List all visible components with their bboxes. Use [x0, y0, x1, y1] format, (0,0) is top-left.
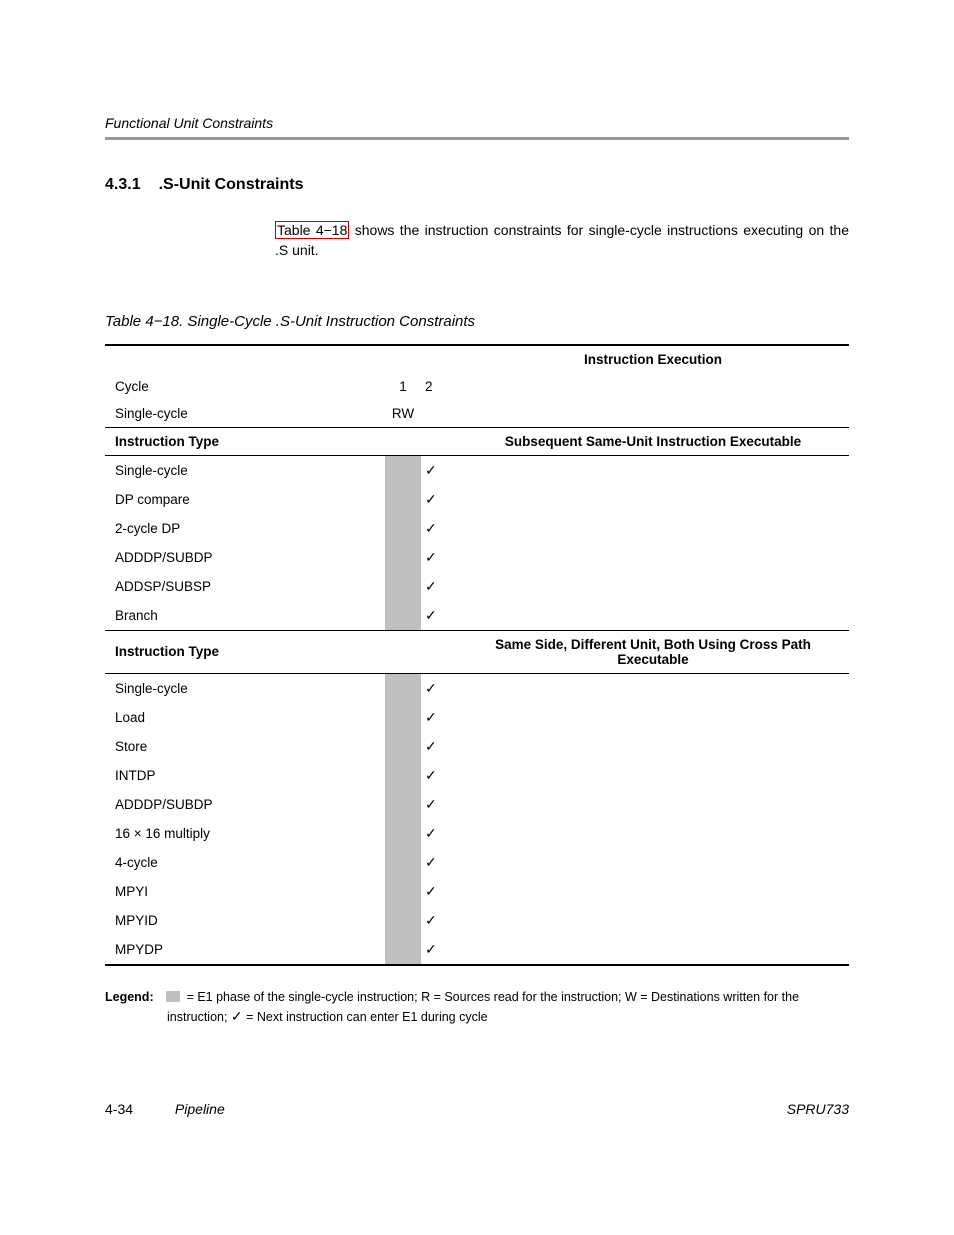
header-instruction-type-2: Instruction Type	[105, 630, 385, 673]
table-row: 16 × 16 multiply ✓	[105, 819, 849, 848]
check-icon: ✓	[421, 935, 457, 965]
table-row: 4-cycle ✓	[105, 848, 849, 877]
shaded-cell	[385, 703, 421, 732]
chapter-name: Pipeline	[175, 1101, 225, 1117]
legend-text-1: = E1 phase of the single-cycle instructi…	[183, 990, 799, 1004]
table-row: Load ✓	[105, 703, 849, 732]
table-row: ADDDP/SUBDP ✓	[105, 790, 849, 819]
row-label: Store	[105, 732, 385, 761]
shaded-cell	[385, 906, 421, 935]
shaded-cell	[385, 601, 421, 631]
running-head: Functional Unit Constraints	[105, 115, 849, 131]
row-label: Single-cycle	[105, 455, 385, 485]
shaded-cell	[385, 819, 421, 848]
header-cross-path: Same Side, Different Unit, Both Using Cr…	[457, 630, 849, 673]
legend: Legend: = E1 phase of the single-cycle i…	[105, 988, 849, 1026]
shaded-cell	[385, 485, 421, 514]
shaded-cell	[385, 790, 421, 819]
intro-text: shows the instruction constraints for si…	[275, 222, 849, 258]
table-row: MPYID ✓	[105, 906, 849, 935]
shaded-cell	[385, 935, 421, 965]
row-label: MPYID	[105, 906, 385, 935]
check-icon: ✓	[231, 1008, 243, 1024]
section-number: 4.3.1	[105, 176, 141, 194]
legend-text-2b: = Next instruction can enter E1 during c…	[243, 1010, 488, 1024]
shaded-cell	[385, 543, 421, 572]
row-label: 2-cycle DP	[105, 514, 385, 543]
row-label: MPYI	[105, 877, 385, 906]
check-icon: ✓	[421, 601, 457, 631]
row-label: ADDSP/SUBSP	[105, 572, 385, 601]
shaded-cell	[385, 673, 421, 703]
table-row: ADDDP/SUBDP ✓	[105, 543, 849, 572]
header-instruction-type-1: Instruction Type	[105, 427, 385, 455]
intro-paragraph: Table 4−18 shows the instruction constra…	[275, 220, 849, 261]
table-row: DP compare ✓	[105, 485, 849, 514]
legend-label: Legend:	[105, 990, 154, 1004]
document-number: SPRU733	[787, 1101, 849, 1117]
constraints-table: Instruction Execution Cycle 1 2 Single-c…	[105, 344, 849, 966]
shaded-cell	[385, 572, 421, 601]
row-label: Single-cycle	[105, 673, 385, 703]
section-title: .S-Unit Constraints	[159, 176, 304, 193]
row-label: INTDP	[105, 761, 385, 790]
row-label: 16 × 16 multiply	[105, 819, 385, 848]
table-row: Store ✓	[105, 732, 849, 761]
table-row: Single-cycle ✓	[105, 673, 849, 703]
check-icon: ✓	[421, 543, 457, 572]
table-row: MPYDP ✓	[105, 935, 849, 965]
check-icon: ✓	[421, 732, 457, 761]
shaded-cell	[385, 514, 421, 543]
legend-text-2a: instruction;	[167, 1010, 231, 1024]
shaded-cell	[385, 761, 421, 790]
page-footer: 4-34 Pipeline SPRU733	[105, 1101, 849, 1117]
table-row: Branch ✓	[105, 601, 849, 631]
check-icon: ✓	[421, 877, 457, 906]
table-row: 2-cycle DP ✓	[105, 514, 849, 543]
table-caption: Table 4−18. Single-Cycle .S-Unit Instruc…	[105, 313, 849, 330]
rw-cell: RW	[385, 400, 421, 428]
row-label: Branch	[105, 601, 385, 631]
row-label: ADDDP/SUBDP	[105, 543, 385, 572]
head-rule	[105, 137, 849, 140]
header-instruction-execution: Instruction Execution	[457, 345, 849, 373]
row-label-single-cycle: Single-cycle	[105, 400, 385, 428]
row-label: ADDDP/SUBDP	[105, 790, 385, 819]
shaded-cell	[385, 455, 421, 485]
row-label: 4-cycle	[105, 848, 385, 877]
row-label-cycle: Cycle	[105, 373, 385, 400]
check-icon: ✓	[421, 761, 457, 790]
section-heading: 4.3.1 .S-Unit Constraints	[105, 176, 849, 194]
shaded-cell	[385, 877, 421, 906]
row-label: Load	[105, 703, 385, 732]
shaded-cell	[385, 732, 421, 761]
page: Functional Unit Constraints 4.3.1 .S-Unit…	[0, 0, 954, 1235]
check-icon: ✓	[421, 790, 457, 819]
table-reference-link[interactable]: Table 4−18	[275, 221, 349, 239]
page-number: 4-34	[105, 1101, 133, 1117]
row-label: MPYDP	[105, 935, 385, 965]
check-icon: ✓	[421, 819, 457, 848]
check-icon: ✓	[421, 455, 457, 485]
check-icon: ✓	[421, 848, 457, 877]
check-icon: ✓	[421, 572, 457, 601]
shaded-cell	[385, 848, 421, 877]
check-icon: ✓	[421, 703, 457, 732]
table-row: Single-cycle ✓	[105, 455, 849, 485]
row-label: DP compare	[105, 485, 385, 514]
header-subsequent: Subsequent Same-Unit Instruction Executa…	[457, 427, 849, 455]
cycle-2: 2	[421, 373, 457, 400]
table-row: MPYI ✓	[105, 877, 849, 906]
table-row: INTDP ✓	[105, 761, 849, 790]
check-icon: ✓	[421, 514, 457, 543]
check-icon: ✓	[421, 673, 457, 703]
table-row: ADDSP/SUBSP ✓	[105, 572, 849, 601]
check-icon: ✓	[421, 906, 457, 935]
cycle-1: 1	[385, 373, 421, 400]
check-icon: ✓	[421, 485, 457, 514]
legend-swatch-icon	[166, 991, 180, 1002]
